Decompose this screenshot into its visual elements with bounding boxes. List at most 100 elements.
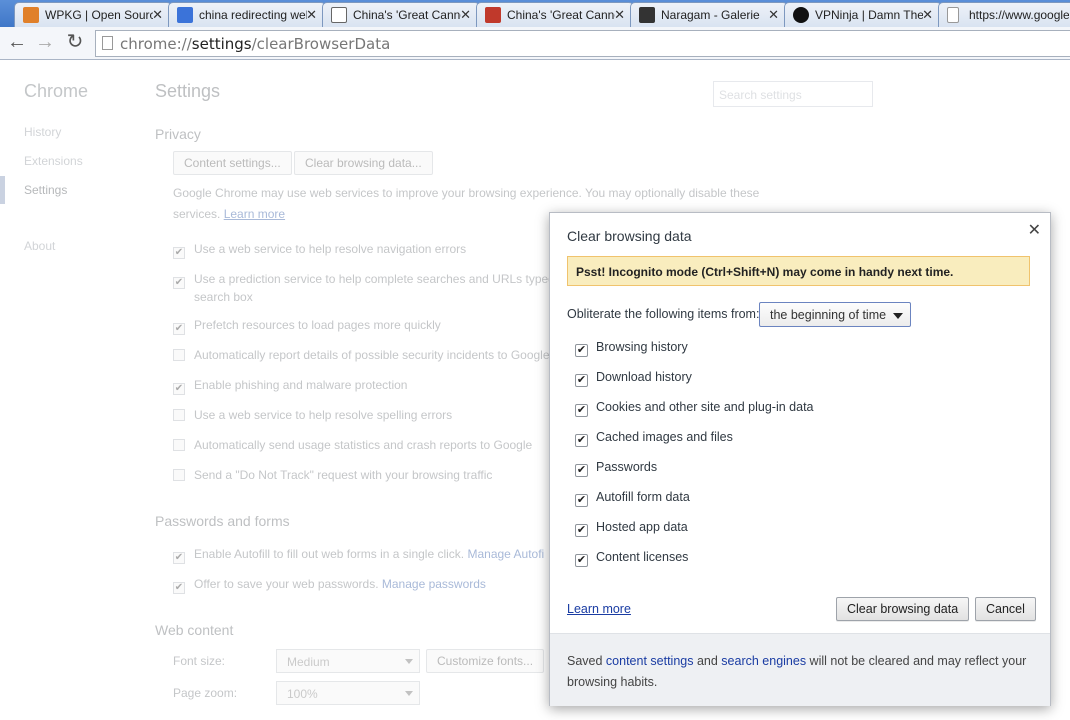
privacy-option[interactable]: Automatically send usage statistics and …	[173, 437, 532, 453]
page-title: Settings	[155, 81, 221, 101]
tab-title: China's 'Great Canno	[353, 8, 461, 22]
checkbox-checked[interactable]: ✔	[575, 554, 588, 567]
checkbox-checked[interactable]: ✔	[575, 374, 588, 387]
privacy-option[interactable]: Send a "Do Not Track" request with your …	[173, 467, 492, 483]
dialog-footer-note: Saved content settings and search engine…	[550, 633, 1050, 706]
tab-title: china redirecting web	[199, 8, 307, 22]
forward-arrow-icon[interactable]: →	[34, 32, 56, 54]
clear-item-cookies[interactable]: ✔ Cookies and other site and plug-in data	[575, 400, 814, 417]
tab-google-search[interactable]: china redirecting web ✕	[168, 2, 326, 27]
incognito-tip-banner: Psst! Incognito mode (Ctrl+Shift+N) may …	[567, 256, 1030, 286]
checkbox-checked[interactable]: ✔	[575, 404, 588, 417]
search-engines-link[interactable]: search engines	[721, 654, 806, 668]
clear-item-content-licenses[interactable]: ✔ Content licenses	[575, 550, 688, 567]
google-favicon-icon	[177, 7, 193, 23]
tab-strip: WPKG | Open Source ✕ china redirecting w…	[0, 0, 1070, 27]
close-tab-icon[interactable]: ✕	[306, 7, 317, 23]
clear-browsing-data-button[interactable]: Clear browsing data...	[294, 151, 433, 175]
dialog-title: Clear browsing data	[567, 228, 692, 244]
page-zoom-select[interactable]: 100%	[276, 681, 420, 705]
checkbox-checked[interactable]: ✔	[173, 383, 185, 395]
tab-vpninja[interactable]: VPNinja | Damn The ✕	[784, 2, 942, 27]
tab-title: https://www.google	[969, 8, 1069, 22]
checkbox-checked[interactable]: ✔	[575, 434, 588, 447]
checkbox-unchecked[interactable]	[173, 439, 185, 451]
font-size-select[interactable]: Medium	[276, 649, 420, 673]
tab-title: VPNinja | Damn The	[815, 8, 923, 22]
clear-browsing-data-confirm-button[interactable]: Clear browsing data	[836, 597, 970, 621]
sidebar-item-history[interactable]: History	[24, 125, 61, 139]
sidebar-selection-indicator	[0, 176, 5, 204]
sidebar-item-settings[interactable]: Settings	[24, 183, 67, 197]
clear-item-passwords[interactable]: ✔ Passwords	[575, 460, 657, 477]
tab-usn[interactable]: China's 'Great Canno ✕	[476, 2, 634, 27]
privacy-option[interactable]: Automatically report details of possible…	[173, 347, 550, 363]
manage-autofill-link[interactable]: Manage Autofi	[467, 547, 544, 561]
close-tab-icon[interactable]: ✕	[768, 7, 779, 23]
tab-title: Naragam - Galerie	[661, 8, 760, 22]
checkbox-checked[interactable]: ✔	[173, 277, 185, 289]
vpninja-favicon-icon	[793, 7, 809, 23]
close-tab-icon[interactable]: ✕	[460, 7, 471, 23]
save-passwords-option[interactable]: ✔ Offer to save your web passwords. Manag…	[173, 576, 486, 594]
privacy-learn-more-link[interactable]: Learn more	[224, 207, 285, 221]
sidebar-item-about[interactable]: About	[24, 239, 55, 253]
reload-icon[interactable]: ↻	[64, 32, 86, 54]
checkbox-checked[interactable]: ✔	[173, 323, 185, 335]
font-size-label: Font size:	[173, 654, 226, 668]
close-tab-icon[interactable]: ✕	[922, 7, 933, 23]
tab-title: WPKG | Open Source	[45, 8, 153, 22]
tab-naragam[interactable]: Naragam - Galerie ✕	[630, 2, 788, 27]
url-text: chrome://settings/clearBrowserData	[120, 35, 391, 53]
close-tab-icon[interactable]: ✕	[152, 7, 163, 23]
naragam-favicon-icon	[639, 7, 655, 23]
privacy-option[interactable]: Use a web service to help resolve spelli…	[173, 407, 452, 423]
clear-item-download-history[interactable]: ✔ Download history	[575, 370, 692, 387]
checkbox-unchecked[interactable]	[173, 469, 185, 481]
clear-item-hosted-apps[interactable]: ✔ Hosted app data	[575, 520, 688, 537]
cancel-button[interactable]: Cancel	[975, 597, 1036, 621]
checkbox-unchecked[interactable]	[173, 349, 185, 361]
tab-google-url[interactable]: https://www.google	[938, 2, 1070, 27]
privacy-option[interactable]: ✔ Enable phishing and malware protection	[173, 377, 407, 395]
tab-wpkg[interactable]: WPKG | Open Source ✕	[14, 2, 172, 27]
page-icon	[102, 36, 113, 50]
checkbox-checked[interactable]: ✔	[575, 464, 588, 477]
checkbox-checked[interactable]: ✔	[173, 247, 185, 259]
privacy-option[interactable]: ✔ Use a prediction service to help comple…	[173, 271, 555, 305]
verge-favicon-icon	[331, 7, 347, 23]
back-arrow-icon[interactable]: ←	[6, 32, 28, 54]
manage-passwords-link[interactable]: Manage passwords	[382, 577, 486, 591]
privacy-option[interactable]: ✔ Use a web service to help resolve navig…	[173, 241, 466, 259]
content-settings-link[interactable]: content settings	[606, 654, 694, 668]
clear-item-browsing-history[interactable]: ✔ Browsing history	[575, 340, 688, 357]
close-tab-icon[interactable]: ✕	[614, 7, 625, 23]
obliterate-label: Obliterate the following items from:	[567, 307, 760, 321]
time-range-select[interactable]: the beginning of time	[759, 302, 911, 327]
content-settings-button[interactable]: Content settings...	[173, 151, 292, 175]
checkbox-checked[interactable]: ✔	[173, 552, 185, 564]
wpkg-favicon-icon	[23, 7, 39, 23]
passwords-heading: Passwords and forms	[155, 513, 290, 529]
checkbox-checked[interactable]: ✔	[575, 344, 588, 357]
sidebar-item-extensions[interactable]: Extensions	[24, 154, 83, 168]
autofill-option[interactable]: ✔ Enable Autofill to fill out web forms i…	[173, 546, 544, 564]
checkbox-checked[interactable]: ✔	[575, 494, 588, 507]
checkbox-checked[interactable]: ✔	[173, 582, 185, 594]
page-zoom-label: Page zoom:	[173, 686, 238, 700]
usn-favicon-icon	[485, 7, 501, 23]
address-bar[interactable]: chrome://settings/clearBrowserData	[95, 30, 1070, 57]
privacy-heading: Privacy	[155, 126, 201, 142]
checkbox-checked[interactable]: ✔	[575, 524, 588, 537]
search-input[interactable]: Search settings	[713, 81, 873, 107]
tab-verge[interactable]: China's 'Great Canno ✕	[322, 2, 480, 27]
privacy-option[interactable]: ✔ Prefetch resources to load pages more q…	[173, 317, 441, 335]
chevron-down-icon	[893, 313, 903, 319]
clear-item-autofill[interactable]: ✔ Autofill form data	[575, 490, 690, 507]
page-favicon-icon	[947, 7, 959, 23]
checkbox-unchecked[interactable]	[173, 409, 185, 421]
customize-fonts-button[interactable]: Customize fonts...	[426, 649, 545, 673]
learn-more-link[interactable]: Learn more	[567, 602, 631, 616]
clear-item-cache[interactable]: ✔ Cached images and files	[575, 430, 733, 447]
close-icon[interactable]: ✕	[1028, 220, 1041, 240]
